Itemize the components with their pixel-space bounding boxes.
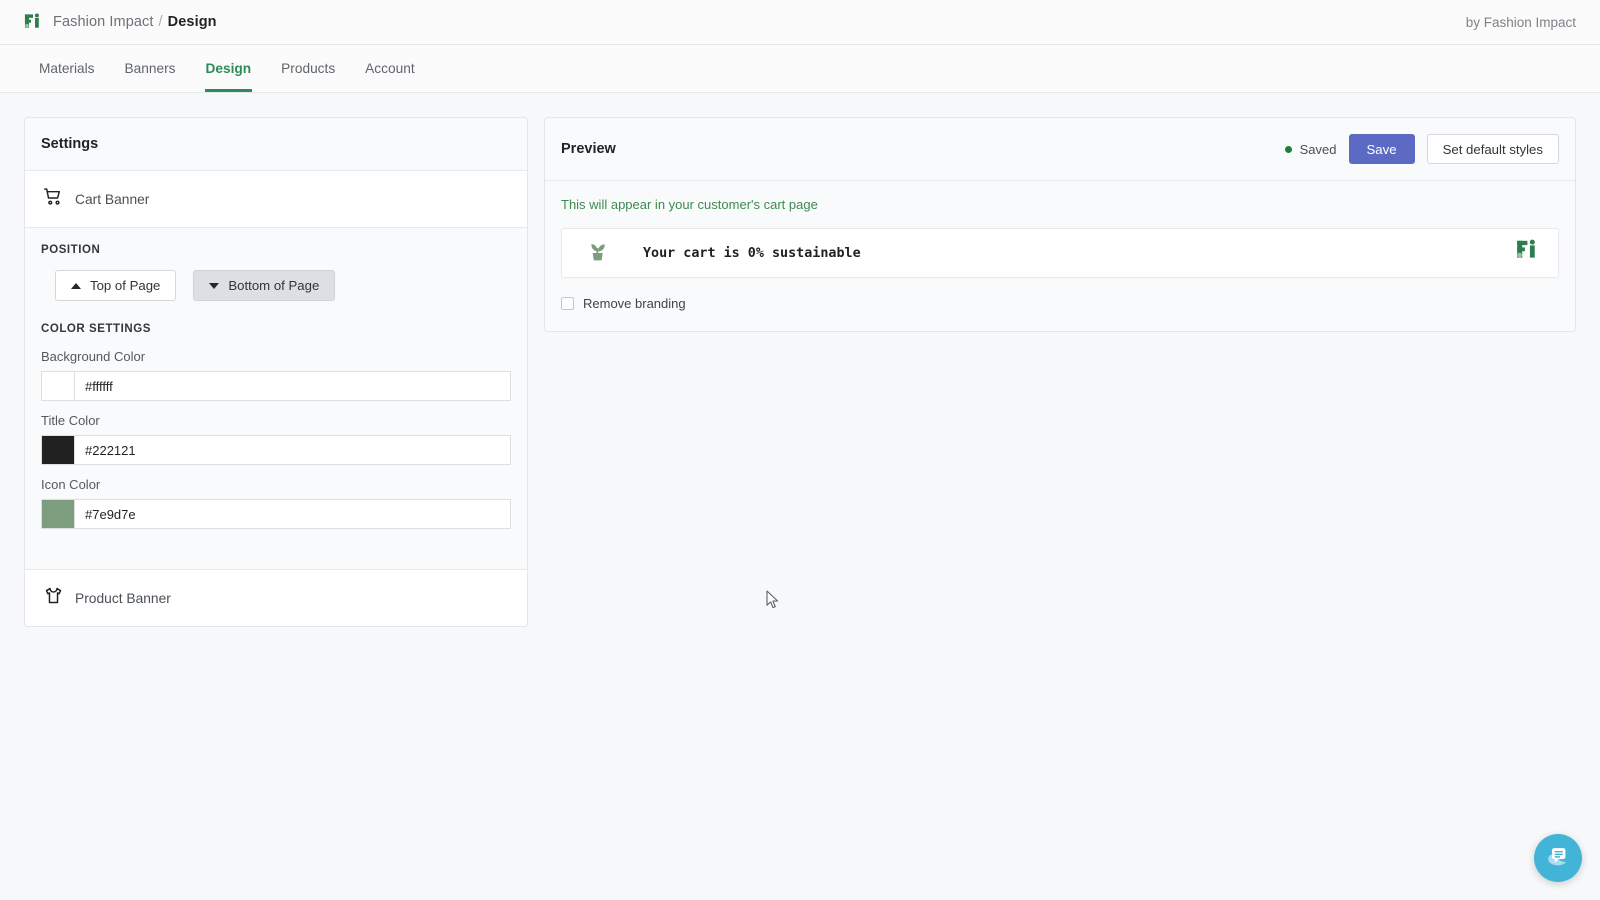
icon-color-input[interactable] (74, 499, 511, 529)
title-color-label: Title Color (41, 413, 511, 428)
background-color-swatch[interactable] (41, 371, 74, 401)
by-line: by Fashion Impact (1466, 15, 1576, 30)
breadcrumb-current-page: Design (168, 14, 217, 30)
tab-products[interactable]: Products (266, 45, 350, 92)
chat-widget-button[interactable] (1534, 834, 1582, 882)
remove-branding-row: Remove branding (561, 296, 1559, 311)
tab-products-label: Products (281, 61, 335, 76)
position-top-of-page-label: Top of Page (90, 278, 160, 293)
tab-banners[interactable]: Banners (110, 45, 191, 92)
background-color-label: Background Color (41, 349, 511, 364)
tab-design[interactable]: Design (191, 45, 267, 92)
position-section-title: POSITION (41, 244, 511, 256)
status-dot-icon (1285, 146, 1292, 153)
title-color-input-wrap (41, 435, 511, 465)
breadcrumb-separator: / (159, 14, 163, 30)
cart-banner-section-row[interactable]: Cart Banner (25, 171, 527, 228)
position-toggle-group: Top of Page Bottom of Page (41, 270, 511, 301)
color-settings-section-title: COLOR SETTINGS (41, 323, 511, 335)
tab-banners-label: Banners (125, 61, 176, 76)
triangle-up-icon (71, 283, 81, 289)
settings-title: Settings (41, 136, 511, 152)
save-button[interactable]: Save (1349, 134, 1415, 164)
remove-branding-label[interactable]: Remove branding (583, 296, 686, 311)
title-color-swatch[interactable] (41, 435, 74, 465)
remove-branding-checkbox[interactable] (561, 297, 574, 310)
page-content: Settings Cart Banner POSITION Top of Pag… (0, 93, 1600, 651)
icon-color-swatch[interactable] (41, 499, 74, 529)
icon-color-label: Icon Color (41, 477, 511, 492)
icon-color-field: Icon Color (41, 477, 511, 529)
breadcrumb: Fashion Impact / Design (53, 14, 217, 30)
preview-header-actions: Saved Save Set default styles (1285, 134, 1559, 164)
position-bottom-of-page-label: Bottom of Page (228, 278, 319, 293)
tab-account-label: Account (365, 61, 414, 76)
tab-design-label: Design (206, 61, 252, 76)
cart-banner-preview: Your cart is 0% sustainable (561, 228, 1559, 278)
t-shirt-icon (43, 585, 64, 611)
tab-materials-label: Materials (39, 61, 95, 76)
background-color-input[interactable] (74, 371, 511, 401)
fi-logo-icon (1516, 239, 1540, 268)
preview-header: Preview Saved Save Set default styles (545, 118, 1575, 181)
background-color-field: Background Color (41, 349, 511, 401)
saved-status-label: Saved (1300, 142, 1337, 157)
title-color-field: Title Color (41, 413, 511, 465)
product-banner-section-row[interactable]: Product Banner (25, 569, 527, 626)
cart-banner-label: Cart Banner (75, 192, 149, 207)
chat-bubble-icon (1545, 843, 1571, 874)
shopping-cart-icon (43, 186, 64, 212)
settings-header: Settings (25, 118, 527, 171)
icon-color-input-wrap (41, 499, 511, 529)
potted-plant-icon (584, 237, 611, 269)
preview-title: Preview (561, 141, 616, 157)
position-bottom-of-page-button[interactable]: Bottom of Page (193, 270, 335, 301)
background-color-input-wrap (41, 371, 511, 401)
preview-panel: Preview Saved Save Set default styles Th… (544, 117, 1576, 332)
saved-status: Saved (1285, 142, 1337, 157)
tab-materials[interactable]: Materials (24, 45, 110, 92)
product-banner-label: Product Banner (75, 591, 171, 606)
main-tab-bar: Materials Banners Design Products Accoun… (0, 45, 1600, 93)
set-default-styles-button[interactable]: Set default styles (1427, 134, 1559, 164)
spacer (41, 541, 511, 551)
preview-body: This will appear in your customer's cart… (545, 181, 1575, 331)
fi-logo-icon (24, 13, 43, 32)
brand-group: Fashion Impact / Design (24, 13, 217, 32)
triangle-down-icon (209, 283, 219, 289)
breadcrumb-app-name[interactable]: Fashion Impact (53, 14, 154, 30)
top-header-bar: Fashion Impact / Design by Fashion Impact (0, 0, 1600, 45)
cart-banner-preview-text: Your cart is 0% sustainable (643, 246, 861, 261)
position-top-of-page-button[interactable]: Top of Page (55, 270, 176, 301)
settings-panel: Settings Cart Banner POSITION Top of Pag… (24, 117, 528, 627)
title-color-input[interactable] (74, 435, 511, 465)
tab-account[interactable]: Account (350, 45, 429, 92)
preview-note: This will appear in your customer's cart… (561, 197, 1559, 212)
cart-banner-settings-body: POSITION Top of Page Bottom of Page COLO… (25, 228, 527, 569)
